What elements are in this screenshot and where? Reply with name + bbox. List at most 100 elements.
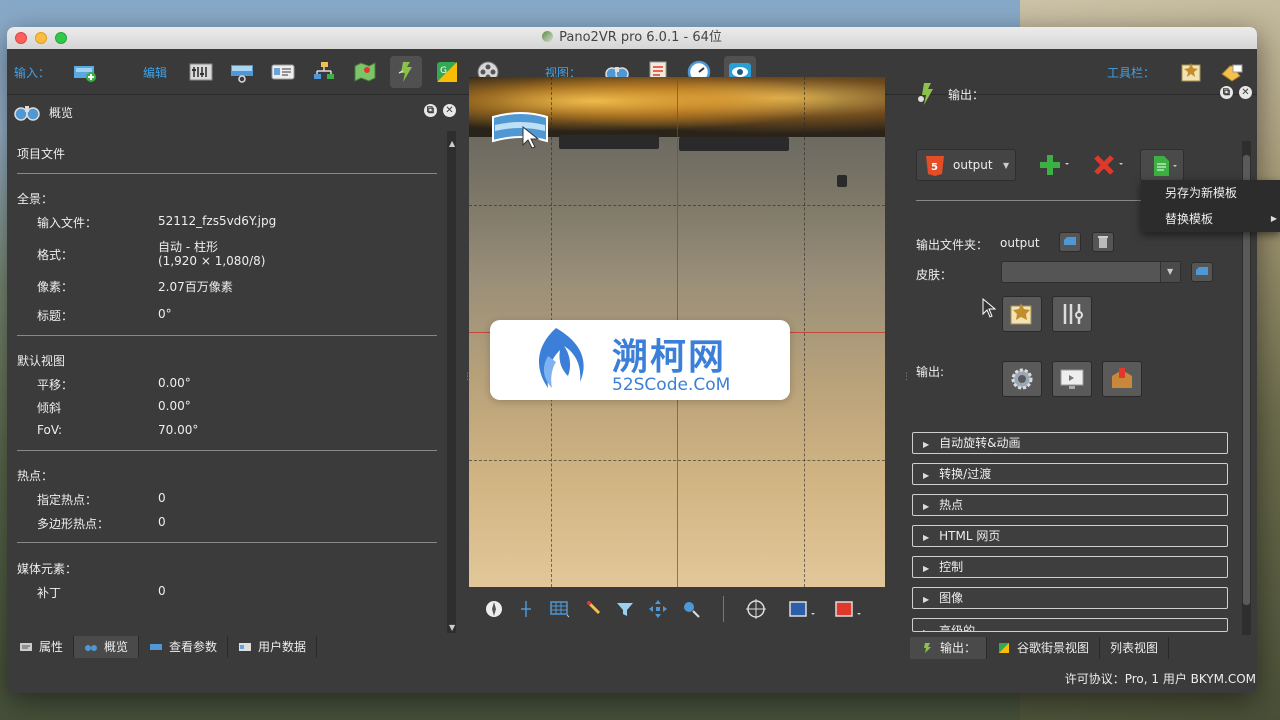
skin-settings-button[interactable] — [1052, 296, 1092, 332]
close-icon[interactable]: ✕ — [443, 104, 456, 117]
left-tabs: 属性 概览 查看参数 用户数据 — [9, 636, 318, 658]
binoculars-icon — [14, 106, 40, 121]
hotspot-tool-icon[interactable] — [679, 596, 705, 622]
section-html-page[interactable]: ▶ HTML 网页 — [912, 525, 1228, 547]
package-icon — [1112, 368, 1132, 388]
red-color-picker[interactable] — [833, 596, 865, 622]
tab-user-data[interactable]: 用户数据 — [228, 636, 318, 658]
chevron-right-icon: ▶ — [923, 628, 929, 631]
edit-skin-button[interactable] — [1002, 296, 1042, 332]
section-controls[interactable]: ▶ 控制 — [912, 556, 1228, 578]
heading-key: 标题： — [37, 309, 74, 323]
close-window-button[interactable] — [15, 32, 27, 44]
section-transitions[interactable]: ▶ 转换/过渡 — [912, 463, 1228, 485]
divider — [17, 335, 437, 336]
output-format-dropdown[interactable]: 5 output ▼ — [916, 149, 1016, 181]
output-icon — [924, 643, 931, 653]
tab-output[interactable]: 输出： — [910, 637, 988, 659]
close-icon[interactable]: ✕ — [1239, 86, 1252, 99]
skin-dropdown-toggle[interactable]: ▼ — [1160, 262, 1180, 282]
app-icon — [542, 31, 554, 42]
grid-line — [469, 460, 885, 461]
google-street-view-icon[interactable]: G — [431, 56, 463, 88]
tilt-value: 0.00° — [158, 399, 191, 413]
move-arrows-icon[interactable] — [645, 596, 671, 622]
section-advanced[interactable]: ▶ 高级的 — [912, 618, 1228, 632]
section-label: 高级的 — [939, 624, 976, 632]
output-panel: 输出： ⧉ ✕ 5 output ▼ 输出文件夹： output 皮肤： ▼ 输… — [902, 77, 1252, 637]
remove-output-button[interactable] — [1090, 151, 1126, 179]
skin-dropdown[interactable]: ▼ — [1001, 261, 1181, 283]
tab-label: 输出： — [940, 641, 977, 655]
chevron-right-icon: ▶ — [923, 533, 930, 542]
svg-text:5: 5 — [931, 162, 938, 173]
output-actions-label: 输出: — [916, 365, 945, 379]
zoom-window-button[interactable] — [55, 32, 67, 44]
trash-button[interactable] — [1092, 232, 1114, 252]
add-input-icon[interactable] — [69, 56, 101, 88]
tab-google-street-view[interactable]: 谷歌街景视图 — [987, 637, 1101, 659]
input-file-key: 输入文件： — [37, 216, 98, 230]
tab-label: 列表视图 — [1110, 641, 1159, 655]
undock-icon[interactable]: ⧉ — [1220, 86, 1233, 99]
grid-icon[interactable] — [547, 596, 573, 622]
minimize-window-button[interactable] — [35, 32, 47, 44]
scroll-down-arrow[interactable]: ▼ — [449, 623, 455, 632]
output-title: 输出： — [948, 88, 985, 102]
svg-text:G: G — [440, 66, 447, 76]
package-output-button[interactable] — [1102, 361, 1142, 397]
template-menu-button[interactable] — [1140, 149, 1184, 181]
menu-item-label: 另存为新模板 — [1165, 186, 1238, 200]
compass-icon[interactable] — [481, 596, 507, 622]
output-settings-button[interactable] — [1002, 361, 1042, 397]
section-label: 热点 — [939, 498, 964, 512]
plus-icon — [1040, 155, 1069, 175]
tab-view-params[interactable]: 查看参数 — [139, 636, 229, 658]
patch-value: 0 — [158, 584, 166, 598]
polygon-hotspots-key: 多边形热点： — [37, 517, 110, 531]
tab-overview[interactable]: 概览 — [74, 636, 140, 658]
levels-icon[interactable] — [185, 56, 217, 88]
info-card-icon[interactable] — [267, 56, 299, 88]
menu-item-save-as-template[interactable]: 另存为新模板 — [1141, 180, 1280, 206]
boat — [559, 135, 659, 149]
menu-item-replace-template[interactable]: 替换模板 ▶ — [1141, 206, 1280, 232]
right-tabs: 输出： 谷歌街景视图 列表视图 — [910, 637, 1170, 659]
section-images[interactable]: ▶ 图像 — [912, 587, 1228, 609]
add-output-button[interactable] — [1036, 151, 1072, 179]
tab-list-view[interactable]: 列表视图 — [1100, 637, 1170, 659]
scroll-up-arrow[interactable]: ▲ — [449, 139, 455, 148]
open-folder-button[interactable] — [1059, 232, 1081, 252]
target-icon[interactable] — [743, 596, 769, 622]
undock-icon[interactable]: ⧉ — [424, 104, 437, 117]
tab-label: 属性 — [39, 640, 64, 654]
section-auto-rotate[interactable]: ▶ 自动旋转&动画 — [912, 432, 1228, 454]
tools-icon — [1063, 304, 1083, 324]
chevron-right-icon: ▶ — [923, 471, 930, 480]
properties-icon — [20, 643, 32, 651]
point-hotspots-key: 指定热点： — [37, 493, 98, 507]
crosshair-line-icon[interactable] — [513, 596, 539, 622]
funnel-icon[interactable] — [612, 596, 638, 622]
tour-structure-icon[interactable] — [308, 56, 340, 88]
tab-properties[interactable]: 属性 — [9, 636, 75, 658]
preview-output-button[interactable] — [1052, 361, 1092, 397]
output-icon — [918, 83, 933, 105]
format-key: 格式： — [37, 248, 74, 262]
left-vscroll — [447, 139, 456, 633]
section-hotspots[interactable]: ▶ 热点 — [912, 494, 1228, 516]
menu-item-label: 替换模板 — [1165, 212, 1214, 226]
panorama-hotspot-icon[interactable] — [491, 109, 551, 151]
panorama-viewer-icon[interactable] — [226, 56, 258, 88]
overview-header: 概览 ⧉ ✕ — [7, 95, 465, 127]
open-skin-button[interactable] — [1191, 262, 1213, 282]
gear-icon — [1011, 368, 1033, 390]
html5-icon: 5 — [926, 156, 944, 176]
blue-color-picker[interactable] — [787, 596, 819, 622]
pointer-hotspot-icon[interactable] — [582, 596, 608, 622]
tour-browser-icon[interactable] — [390, 56, 422, 88]
template-context-menu: 另存为新模板 替换模板 ▶ — [1141, 180, 1280, 232]
map-icon[interactable] — [349, 56, 381, 88]
skin-editor-icon — [1010, 303, 1032, 325]
overview-title: 概览 — [49, 106, 74, 120]
